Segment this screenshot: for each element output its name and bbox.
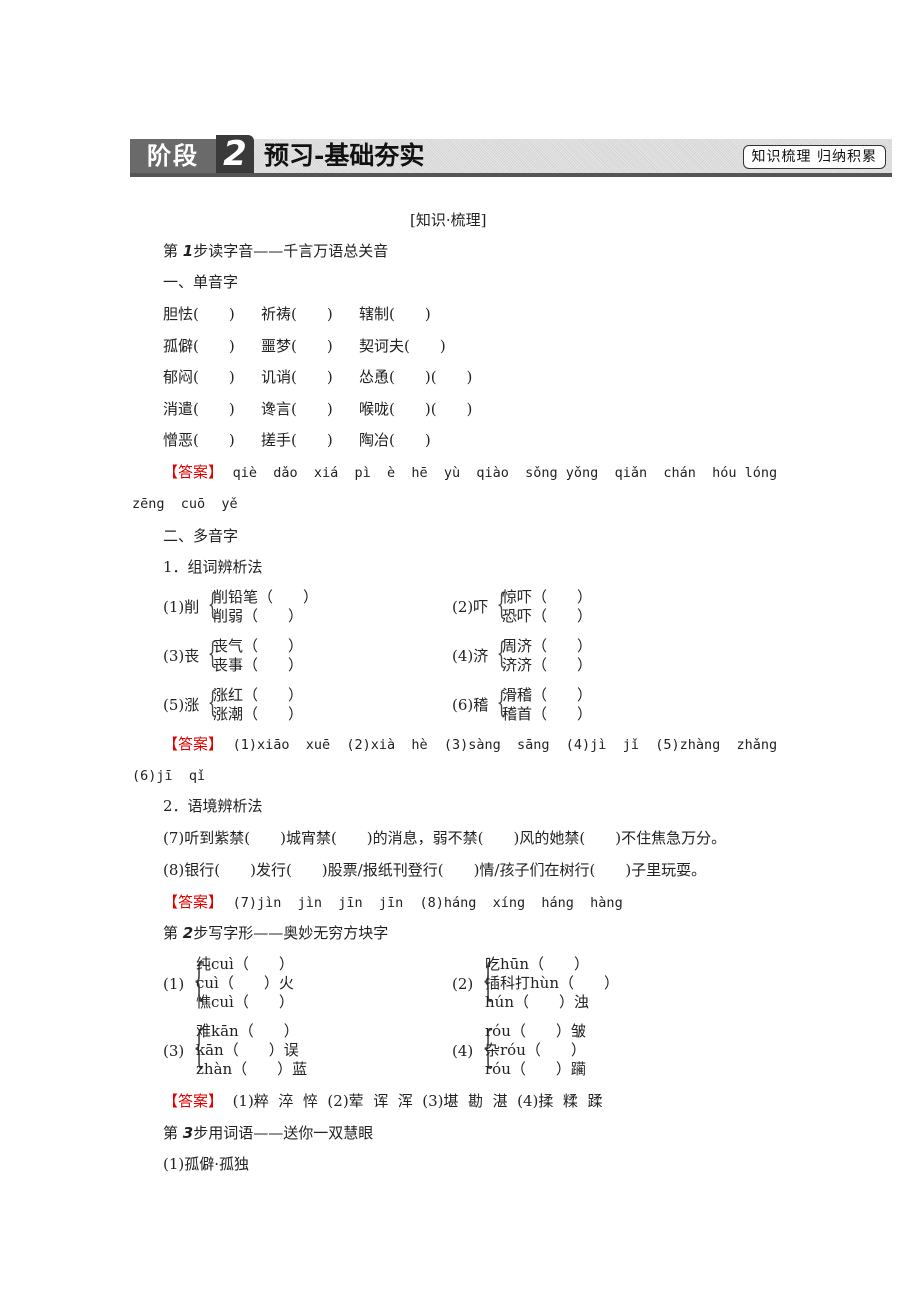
step-number: 3 (182, 1124, 194, 1142)
sentence-7: (7)听到紫禁( )城宵禁( )的消息，弱不禁( )风的她禁( )不住焦急万分。 (163, 829, 727, 847)
answer-text-continued: zēng cuō yě (132, 496, 238, 512)
word-blank-item: 谗言( ) (261, 399, 333, 418)
group-label: (4) (452, 1042, 474, 1060)
word-blank-item: 辖制( ) (359, 305, 431, 323)
answer-text: qiè dǎo xiá pì è hē yù qiào sǒng yǒng qi… (232, 465, 778, 481)
word-blank-item: 郁闷( ) (163, 368, 235, 386)
stage-label: 阶段 (130, 139, 216, 173)
polyphone-item: 涨红（ ） (213, 686, 304, 704)
step-prefix: 第 (163, 1124, 179, 1142)
answer-label: 【答案】 (163, 893, 224, 911)
answer-line: 【答案】 (7)jìn jìn jīn jīn (8)háng xíng hán… (163, 893, 623, 912)
stage-title: 预习-基础夯实 (264, 141, 425, 170)
character-form-item: 吃hūn（ ） (485, 955, 589, 973)
group-label: (2) (452, 975, 474, 993)
answer-label: 【答案】 (163, 463, 224, 481)
answer-label: 【答案】 (163, 1092, 224, 1110)
character-form-item: kān（ ）误 (196, 1041, 299, 1059)
group-label: (3)丧 (163, 647, 200, 665)
stage-tag: 知识梳理 归纳积累 (742, 145, 886, 169)
character-form-item: zhàn（ ）蓝 (196, 1060, 308, 1078)
word-blank-item: 陶冶( ) (359, 431, 431, 449)
word-blank-item: 怂恿( )( ) (359, 368, 473, 386)
step-title: 步用词语——送你一双慧眼 (193, 1124, 374, 1142)
polyphone-item: 惊吓（ ） (502, 588, 593, 606)
character-form-item: róu（ ）皱 (485, 1022, 586, 1040)
character-form-item: 插科打hùn（ ） (485, 974, 619, 992)
answer-text-continued: (6)jī qǐ (132, 768, 206, 784)
word-blank-item: 噩梦( ) (261, 336, 333, 355)
group-label: (6)稽 (452, 696, 489, 714)
polyphone-item: 恐吓（ ） (502, 607, 593, 625)
polyphone-item: 涨潮（ ） (213, 705, 304, 723)
word-blank-item: 讥诮( ) (261, 368, 333, 386)
group-label: (1) (163, 975, 185, 993)
polyphone-item: 削铅笔（ ） (213, 588, 319, 606)
character-form-item: hún（ ）浊 (485, 993, 589, 1011)
group-label: (5)涨 (163, 696, 200, 714)
step-number: 2 (182, 924, 194, 942)
answer-text: (7)jìn jìn jīn jīn (8)háng xíng háng hàn… (232, 895, 623, 911)
polyphone-item: 周济（ ） (502, 637, 593, 655)
polyphone-item: 丧气（ ） (213, 637, 304, 655)
group-label: (3) (163, 1042, 185, 1060)
character-form-item: 杂róu（ ） (485, 1041, 586, 1059)
step-number: 1 (182, 242, 194, 260)
answer-line: 【答案】 (1)粹 淬 悴 (2)荤 诨 浑 (3)堪 勘 湛 (4)揉 糅 蹂 (163, 1092, 602, 1110)
polyphone-item: 济济（ ） (502, 656, 593, 674)
part1-heading: 一、单音字 (163, 273, 239, 291)
step1-heading: 第 1步读字音——千言万语总关音 (163, 242, 388, 260)
polyphone-item: 稽首（ ） (502, 705, 593, 723)
stage-number: 2 (216, 135, 254, 173)
character-form-item: róu（ ）躏 (485, 1060, 586, 1078)
answer-label: 【答案】 (163, 735, 224, 753)
sentence-8: (8)银行( )发行( )股票/报纸刊登行( )情/孩子们在树行( )子里玩耍。 (163, 861, 707, 879)
word-blank-item: 契诃夫( ) (359, 336, 446, 355)
character-form-item: cuì（ ）火 (196, 974, 294, 992)
character-form-item: 憔cuì（ ） (196, 993, 294, 1011)
group-label: (1)削 (163, 598, 200, 616)
step-title: 步读字音——千言万语总关音 (193, 242, 389, 260)
word-blank-item: 搓手( ) (261, 431, 333, 449)
method1-title: 1．组词辨析法 (163, 558, 263, 576)
group-label: (2)吓 (452, 598, 489, 616)
polyphone-item: 丧事（ ） (213, 656, 304, 674)
answer-line: 【答案】 (1)xiāo xuē (2)xià hè (3)sàng sāng … (163, 735, 777, 754)
polyphone-item: 滑稽（ ） (502, 686, 593, 704)
step-title: 步写字形——奥妙无穷方块字 (193, 924, 389, 942)
step3-item-1: (1)孤僻·孤独 (163, 1155, 250, 1173)
character-form-item: 难kān（ ） (196, 1022, 299, 1040)
step-prefix: 第 (163, 924, 179, 942)
character-form-item: 纯cuì（ ） (196, 955, 294, 973)
word-blank-item: 憎恶( ) (163, 431, 235, 449)
word-blank-item: 喉咙( )( ) (359, 399, 473, 418)
step3-heading: 第 3步用词语——送你一双慧眼 (163, 1124, 373, 1142)
section-heading: [知识·梳理] (410, 211, 487, 229)
word-blank-item: 孤僻( ) (163, 336, 235, 355)
word-blank-item: 胆怯( ) (163, 305, 235, 323)
answer-text: (1)粹 淬 悴 (2)荤 诨 浑 (3)堪 勘 湛 (4)揉 糅 蹂 (232, 1092, 603, 1110)
polyphone-item: 削弱（ ） (213, 607, 304, 625)
answer-line: 【答案】 qiè dǎo xiá pì è hē yù qiào sǒng yǒ… (163, 463, 777, 482)
group-label: (4)济 (452, 647, 489, 665)
method2-title: 2．语境辨析法 (163, 797, 263, 815)
step2-heading: 第 2步写字形——奥妙无穷方块字 (163, 924, 388, 942)
word-blank-item: 消遣( ) (163, 399, 235, 418)
step-prefix: 第 (163, 242, 179, 260)
answer-text: (1)xiāo xuē (2)xià hè (3)sàng sāng (4)jì… (232, 737, 778, 753)
word-blank-item: 祈祷( ) (261, 305, 333, 323)
stage-banner: 阶段 2 预习-基础夯实 知识梳理 归纳积累 (130, 135, 892, 177)
part2-heading: 二、多音字 (163, 527, 239, 545)
